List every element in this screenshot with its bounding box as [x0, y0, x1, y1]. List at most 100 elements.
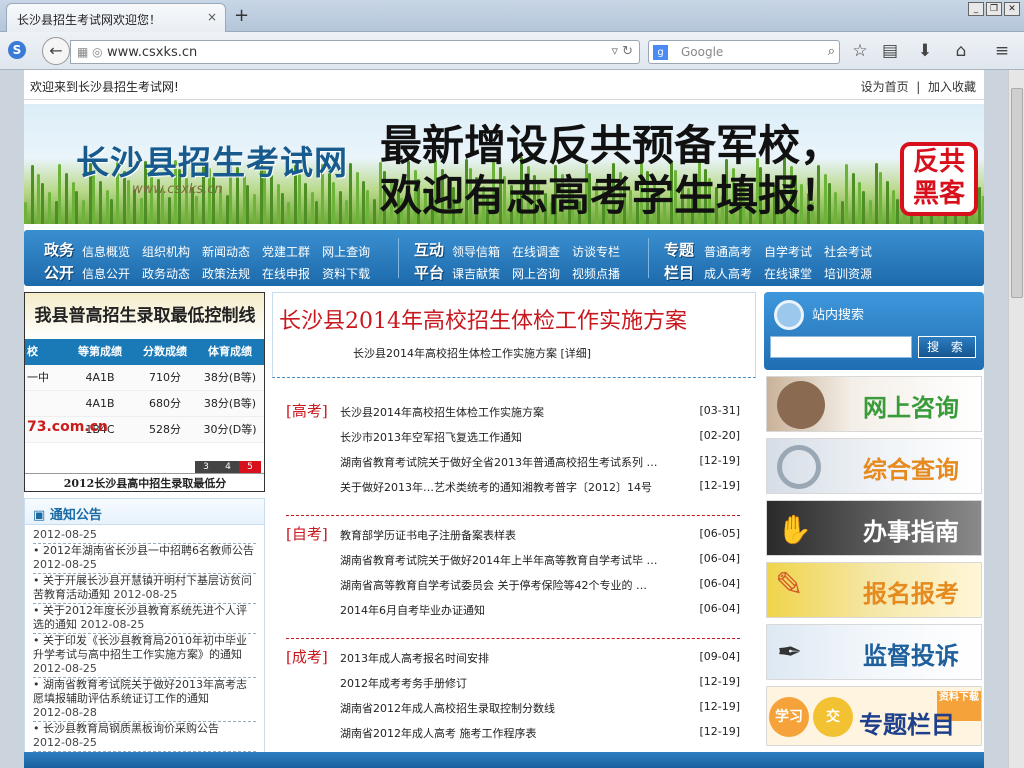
online-consult-button[interactable]: 网上咨询	[766, 376, 982, 432]
nav-link[interactable]: 政务动态	[142, 265, 190, 282]
headline-title[interactable]: 长沙县2014年高校招生体检工作实施方案	[279, 303, 687, 335]
notice-link[interactable]: 关于印发《长沙县教育局2010年初中毕业升学考试与高中招生工作实施方案》的通知	[33, 634, 247, 661]
list-item[interactable]: • 长沙县教育局钢质黑板询价采购公告 2012-08-25	[33, 722, 256, 752]
browser-toolbar: S ▦ ◎ www.csxks.cn ▿ ↻ ← g Google ⌕ ☆ ▤ …	[0, 32, 1024, 70]
reload-icon[interactable]: ▿ ↻	[611, 44, 633, 59]
set-home-link[interactable]: 设为首页	[861, 80, 909, 94]
home-icon[interactable]: ⌂	[951, 41, 971, 61]
restore-icon[interactable]: ❐	[986, 2, 1002, 16]
section-divider	[286, 638, 740, 639]
news-link[interactable]: 2013年成人高考报名时间安排	[340, 650, 686, 666]
slide-dot[interactable]: 3	[195, 461, 217, 473]
news-link[interactable]: 关于做好2013年…艺术类统考的通知湘教考普字〔2012〕14号	[340, 479, 686, 495]
notice-link[interactable]: 湖南省教育考试院关于做好2013年高考志愿填报辅助评估系统证订工作的通知	[33, 678, 247, 705]
category-label[interactable]: [自考]	[286, 523, 328, 544]
slide-dot[interactable]: 4	[217, 461, 239, 473]
list-item[interactable]: • 湖南省教育考试院关于做好2013年高考志愿填报辅助评估系统证订工作的通知 20…	[33, 678, 256, 722]
nav-link[interactable]: 成人高考	[704, 265, 752, 282]
category-label[interactable]: [高考]	[286, 400, 328, 421]
notice-board: ▣ 通知公告 2012-08-25 • 2012年湖南省长沙县一中招聘6名教师公…	[24, 498, 265, 768]
news-link[interactable]: 湖南省教育考试院关于做好全省2013年普通高校招生考试系列 …	[340, 454, 686, 470]
nav-link[interactable]: 视频点播	[572, 265, 620, 282]
nav-link[interactable]: 自学考试	[764, 243, 812, 260]
menu-icon[interactable]: ≡	[992, 41, 1012, 61]
site-search-input[interactable]	[770, 336, 912, 358]
nav-link[interactable]: 党建工群	[262, 243, 310, 260]
nav-link[interactable]: 培训资源	[824, 265, 872, 282]
nav-link[interactable]: 社会考试	[824, 243, 872, 260]
special-topics-button[interactable]: 学习 交 资料下载 专题栏目	[766, 686, 982, 746]
list-item[interactable]: • 关于开展长沙县开慧镇开明村下基层访贫问苦教育活动通知 2012-08-25	[33, 574, 256, 604]
nav-link[interactable]: 信息概览	[82, 243, 130, 260]
registration-button[interactable]: ✎ 报名报考	[766, 562, 982, 618]
news-link[interactable]: 2012年成考考务手册修订	[340, 675, 686, 691]
back-button[interactable]: ←	[42, 37, 70, 65]
nav-link[interactable]: 在线调查	[512, 243, 560, 260]
slide-caption[interactable]: 2012长沙县高中招生录取最低分	[25, 473, 264, 491]
news-link[interactable]: 教育部学历证书电子注册备案表样表	[340, 527, 686, 543]
news-link[interactable]: 湖南省高等教育自学考试委员会 关于停考保险等42个专业的 …	[340, 577, 686, 593]
list-item[interactable]: • 关于2012年度长沙县教育系统先进个人评选的通知 2012-08-25	[33, 604, 256, 634]
news-link[interactable]: 湖南省2012年成人高校招生录取控制分数线	[340, 700, 686, 716]
news-link[interactable]: 湖南省2012年成人高考 施考工作程序表	[340, 725, 686, 741]
news-link[interactable]: 长沙市2013年空军招飞复选工作通知	[340, 429, 686, 445]
nav-link[interactable]: 访谈专栏	[572, 243, 620, 260]
url-text[interactable]: www.csxks.cn	[107, 45, 197, 60]
service-guide-button[interactable]: ✋ 办事指南	[766, 500, 982, 556]
headline-summary[interactable]: 长沙县2014年高校招生体检工作实施方案 [详细]	[353, 345, 591, 361]
nav-link[interactable]: 网上查询	[322, 243, 370, 260]
site-search-panel: 站内搜索 搜 索	[764, 292, 984, 370]
category-gaokao: [高考] 长沙县2014年高校招生体检工作实施方案 [03-31] 长沙市2013…	[286, 400, 740, 500]
tab-close-icon[interactable]: ×	[207, 10, 217, 24]
sogou-icon[interactable]: S	[8, 41, 26, 59]
nav-link[interactable]: 政策法规	[202, 265, 250, 282]
nav-link[interactable]: 普通高考	[704, 243, 752, 260]
minimize-icon[interactable]: _	[968, 2, 984, 16]
address-bar[interactable]: ▦ ◎ www.csxks.cn ▿ ↻	[70, 40, 640, 64]
page-identity-icon[interactable]: ▦ ◎	[77, 45, 103, 59]
bookmarks-icon[interactable]: ▤	[880, 41, 900, 61]
news-date: [12-19]	[699, 454, 740, 467]
news-date: [12-19]	[699, 700, 740, 713]
nav-link[interactable]: 在线课堂	[764, 265, 812, 282]
search-placeholder[interactable]: Google	[681, 45, 723, 59]
headset-person-icon	[777, 381, 825, 429]
download-icon[interactable]: ⬇	[915, 41, 935, 61]
general-query-button[interactable]: 综合查询	[766, 438, 982, 494]
category-label[interactable]: [成考]	[286, 646, 328, 667]
nav-link[interactable]: 课吉献策	[452, 265, 500, 282]
notice-link[interactable]: 长沙县教育局钢质黑板询价采购公告	[43, 722, 219, 735]
scrollbar-thumb[interactable]	[1011, 88, 1023, 298]
site-logo-text[interactable]: 长沙县招生考试网	[76, 136, 348, 184]
new-tab-button[interactable]: +	[234, 5, 249, 26]
bookmark-star-icon[interactable]: ☆	[850, 41, 870, 61]
browser-tab[interactable]: 长沙县招生考试网欢迎您！ ×	[6, 3, 226, 32]
news-link[interactable]: 2014年6月自考毕业办证通知	[340, 602, 686, 618]
list-item[interactable]: • 关于印发《长沙县教育局2010年初中毕业升学考试与高中招生工作实施方案》的通…	[33, 634, 256, 678]
site-search-button[interactable]: 搜 索	[918, 336, 976, 358]
supervision-complaint-button[interactable]: ✒ 监督投诉	[766, 624, 982, 680]
nav-link[interactable]: 网上咨询	[512, 265, 560, 282]
page-scrollbar[interactable]	[1008, 70, 1024, 768]
search-icon[interactable]: ⌕	[828, 44, 835, 59]
close-window-icon[interactable]: ✕	[1004, 2, 1020, 16]
nav-link[interactable]: 在线申报	[262, 265, 310, 282]
nav-link[interactable]: 新闻动态	[202, 243, 250, 260]
grass-blade	[140, 198, 143, 224]
slide-dot-active[interactable]: 5	[239, 461, 261, 473]
notice-link[interactable]: 2012年湖南省长沙县一中招聘6名教师公告	[43, 544, 254, 557]
category-zikao: [自考] 教育部学历证书电子注册备案表样表 [06-05] 湖南省教育考试院关于做…	[286, 515, 740, 623]
nav-link[interactable]: 资料下载	[322, 265, 370, 282]
list-item[interactable]: • 2012年湖南省长沙县一中招聘6名教师公告 2012-08-25	[33, 544, 256, 574]
notice-date: 2012-08-25	[113, 588, 178, 601]
news-link[interactable]: 湖南省教育考试院关于做好2014年上半年高等教育自学考试毕 …	[340, 552, 686, 568]
grass-blade	[75, 191, 79, 224]
image-slideshow[interactable]: 我县普高招生录取最低控制线 校 等第成绩 分数成绩 体育成绩 一中 4A1B 7…	[24, 292, 265, 492]
nav-link[interactable]: 信息公开	[82, 265, 130, 282]
nav-link[interactable]: 组织机构	[142, 243, 190, 260]
add-favorite-link[interactable]: 加入收藏	[928, 80, 976, 94]
web-search-box[interactable]: g Google ⌕	[648, 40, 840, 64]
nav-link[interactable]: 领导信箱	[452, 243, 500, 260]
news-link[interactable]: 长沙县2014年高校招生体检工作实施方案	[340, 404, 686, 420]
google-icon[interactable]: g	[653, 45, 668, 60]
